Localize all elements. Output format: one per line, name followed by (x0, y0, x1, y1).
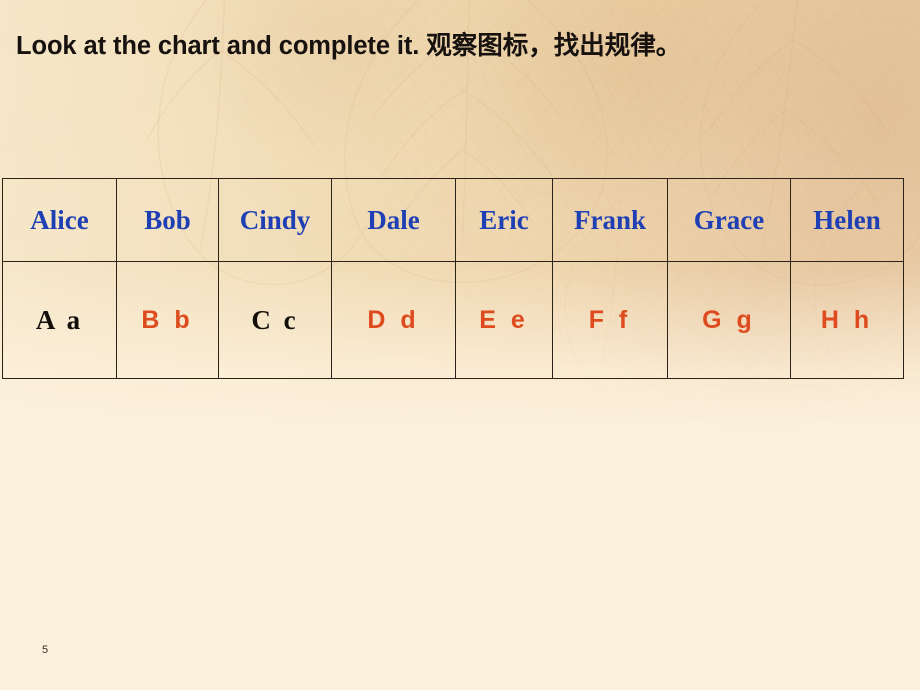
letter-pair-e: E e (479, 305, 529, 334)
letter-pair-g: G g (702, 305, 756, 334)
page-number: 5 (42, 644, 49, 656)
table-header-cell-frank: Frank (552, 178, 668, 262)
page-title: Look at the chart and complete it. 观察图标，… (16, 25, 906, 62)
alphabet-chart-table: Alice Bob Cindy Dale Eric Frank Grace He… (2, 178, 904, 379)
table-cell-letter-c: C c (218, 261, 332, 379)
table-cell-letter-h: H h (790, 261, 904, 379)
table-header-cell-alice: Alice (2, 178, 117, 262)
page-title-english: Look at the chart and complete it. (16, 32, 420, 60)
table-cell-letter-d: D d (331, 261, 456, 379)
table-header-cell-eric: Eric (455, 178, 553, 262)
table-row: A a B b C c D d E e F f G g H h (2, 261, 904, 379)
table-header-cell-bob: Bob (116, 178, 219, 262)
letter-pair-c: C c (251, 304, 299, 335)
table-cell-letter-f: F f (552, 261, 668, 379)
table-header-cell-dale: Dale (331, 178, 456, 262)
table-header-cell-cindy: Cindy (218, 178, 332, 262)
table-cell-letter-g: G g (667, 261, 791, 379)
letter-pair-d: D d (367, 305, 420, 334)
table-cell-letter-b: B b (116, 261, 219, 379)
table-header-cell-helen: Helen (790, 178, 904, 262)
letter-pair-a: A a (35, 304, 84, 335)
table-cell-letter-a: A a (2, 261, 117, 379)
letter-pair-h: H h (820, 305, 874, 334)
slide-canvas: Look at the chart and complete it. 观察图标，… (0, 0, 920, 690)
page-title-chinese: 观察图标，找出规律。 (426, 31, 682, 61)
letter-pair-b: B b (141, 305, 194, 334)
table-cell-letter-e: E e (455, 261, 553, 379)
table-header-cell-grace: Grace (667, 178, 791, 262)
table-header-row: Alice Bob Cindy Dale Eric Frank Grace He… (2, 178, 904, 262)
letter-pair-f: F f (588, 305, 632, 334)
